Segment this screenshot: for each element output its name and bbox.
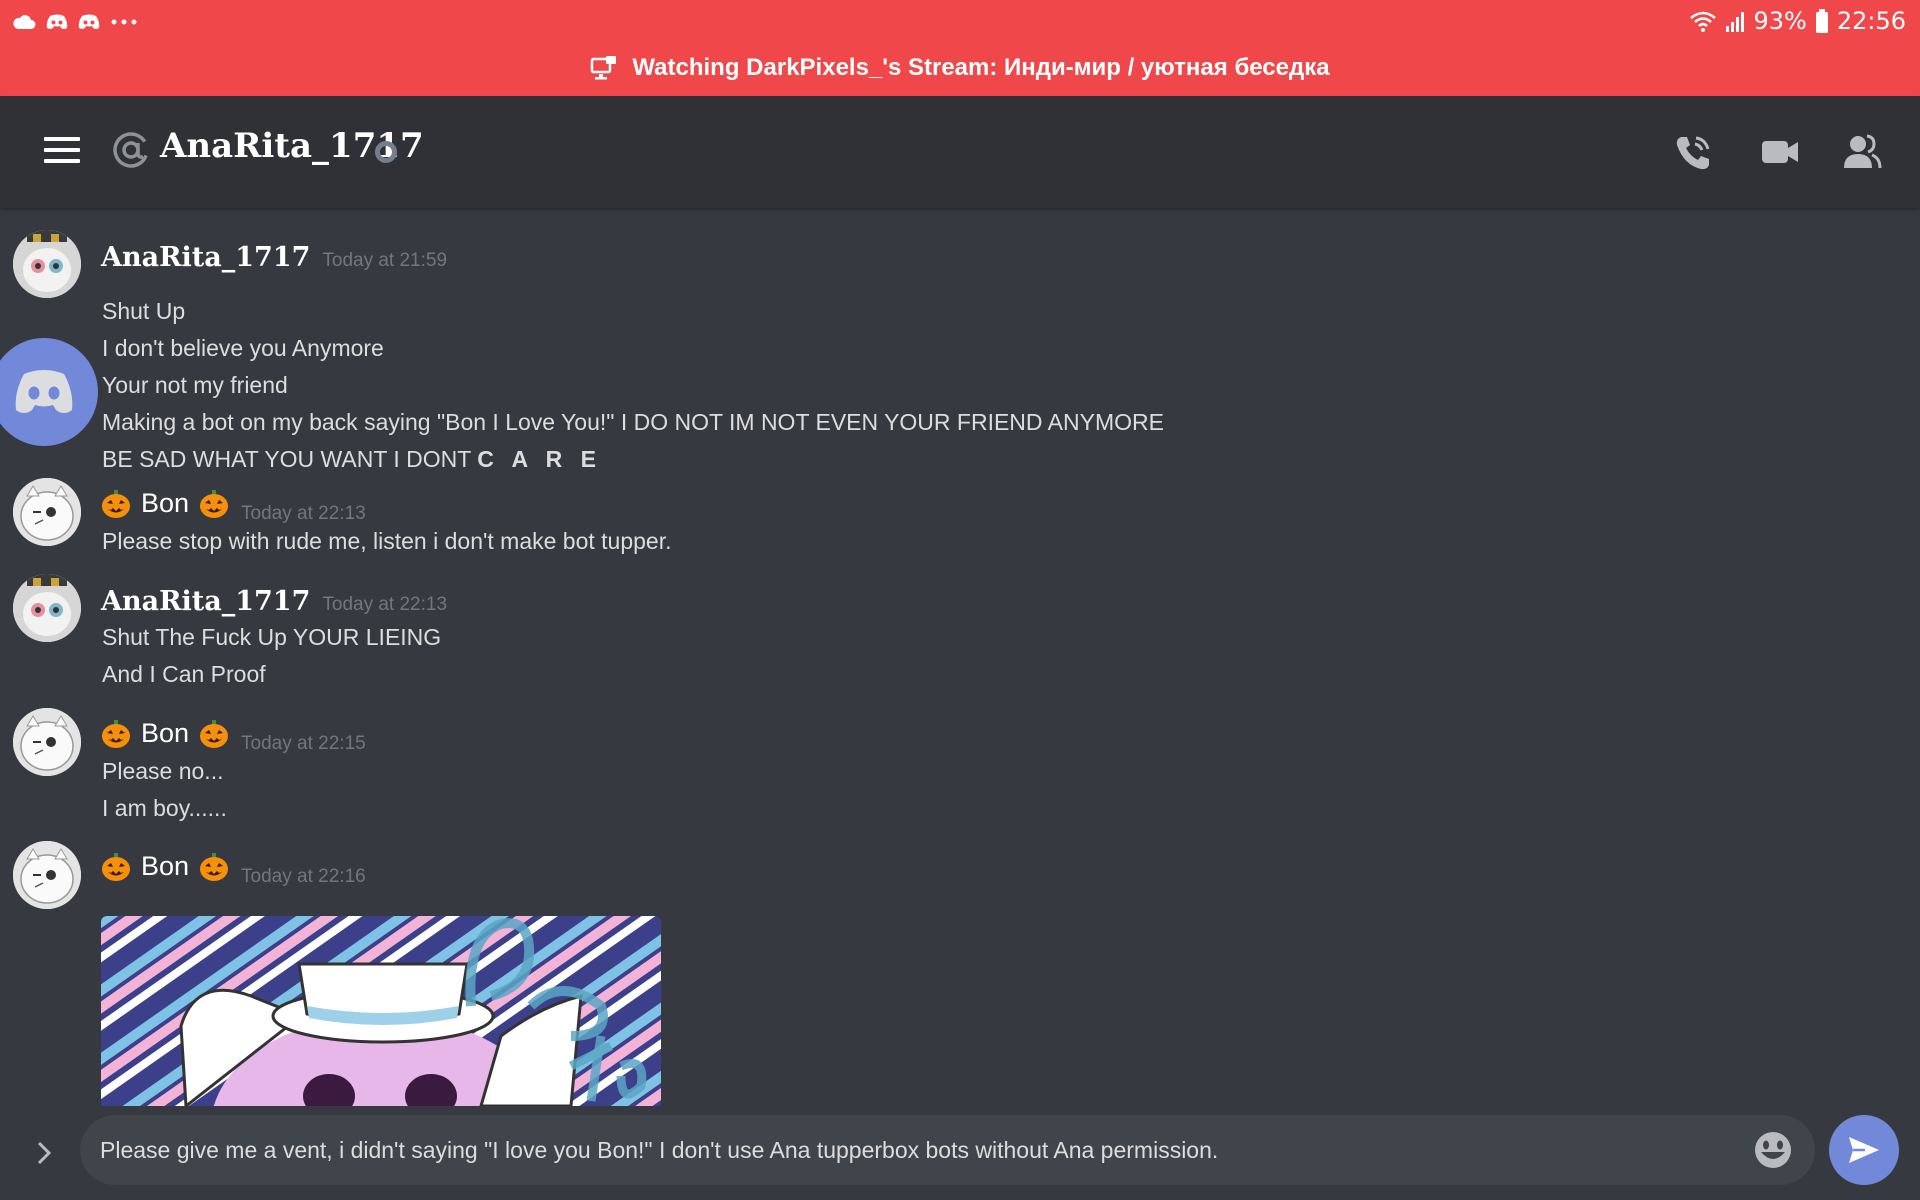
message-header: AnaRita_1717 Today at 21:59 — [101, 242, 447, 273]
jack-o-lantern-icon — [102, 852, 130, 881]
emoji-icon[interactable] — [1753, 1130, 1793, 1170]
jack-o-lantern-icon — [102, 719, 130, 748]
clock: 22:56 — [1836, 7, 1906, 35]
author-name[interactable]: Bon — [101, 851, 229, 882]
jack-o-lantern-icon — [200, 852, 229, 881]
message-line: Your not my friend — [102, 372, 288, 398]
author-label: Bon — [141, 488, 190, 518]
more-icon — [111, 19, 137, 25]
message-header: Bon Today at 22:13 — [101, 488, 366, 525]
bold-text: C A R E — [477, 446, 602, 472]
timestamp: Today at 22:15 — [241, 732, 366, 754]
jack-o-lantern-icon — [200, 719, 229, 748]
message-line: Please stop with rude me, listen i don't… — [102, 528, 672, 554]
chevron-right-icon[interactable] — [34, 1138, 54, 1168]
call-icon[interactable] — [1672, 132, 1714, 174]
at-icon — [113, 132, 149, 168]
video-icon[interactable] — [1760, 132, 1800, 172]
send-button[interactable] — [1829, 1115, 1899, 1185]
message-line: Shut The Fuck Up YOUR LIEING — [102, 624, 442, 650]
message-header: AnaRita_1717 Today at 22:13 — [101, 586, 447, 617]
message-list[interactable]: AnaRita_1717 Today at 21:59 Shut Up I do… — [0, 208, 1920, 1116]
author-name[interactable]: Bon — [101, 718, 229, 749]
timestamp: Today at 22:13 — [322, 594, 448, 615]
author-name[interactable]: Bon — [101, 488, 229, 519]
screen-share-icon — [591, 56, 617, 80]
message-input-text[interactable]: Please give me a vent, i didn't saying "… — [100, 1137, 1218, 1164]
message-header: Bon Today at 22:16 — [101, 851, 366, 888]
send-icon — [1849, 1137, 1879, 1163]
discord-icon — [46, 14, 68, 29]
author-label: Bon — [141, 718, 190, 748]
message-line: Shut Up — [102, 298, 186, 324]
avatar[interactable] — [13, 708, 81, 776]
battery-percent: 93% — [1753, 7, 1807, 35]
timestamp: Today at 22:16 — [241, 865, 366, 887]
author-name[interactable]: AnaRita_1717 — [101, 242, 310, 273]
message-line: I am boy...... — [102, 795, 227, 821]
timestamp: Today at 21:59 — [322, 250, 448, 271]
cloud-icon — [13, 15, 36, 29]
timestamp: Today at 22:13 — [241, 502, 366, 524]
discord-logo-icon — [15, 370, 73, 413]
message-text: BE SAD WHAT YOU WANT I DONT — [102, 446, 471, 472]
wifi-icon — [1690, 11, 1717, 32]
system-status: 93% 22:56 — [1689, 6, 1906, 36]
discord-default-avatar[interactable] — [0, 338, 98, 446]
channel-header: AnaRita_1717 — [0, 96, 1920, 208]
members-icon[interactable] — [1842, 132, 1882, 172]
stream-status-bar[interactable]: 93% 22:56 Watching DarkPixels_'s Stream:… — [0, 0, 1920, 96]
signal-icon — [1726, 12, 1745, 32]
jack-o-lantern-icon — [102, 489, 130, 518]
avatar[interactable] — [13, 478, 81, 546]
notification-icons — [12, 8, 138, 36]
message-line: I don't believe you Anymore — [102, 335, 384, 361]
message-composer: Please give me a vent, i didn't saying "… — [0, 1108, 1920, 1200]
author-name[interactable]: AnaRita_1717 — [101, 586, 310, 617]
image-attachment[interactable] — [101, 916, 661, 1106]
author-label: Bon — [141, 851, 190, 881]
jack-o-lantern-icon — [200, 489, 229, 518]
message-line: Please no... — [102, 758, 224, 784]
stream-banner[interactable]: Watching DarkPixels_'s Stream: Инди-мир … — [0, 48, 1920, 88]
avatar[interactable] — [13, 230, 81, 298]
battery-icon — [1815, 9, 1828, 33]
discord-icon — [78, 14, 100, 29]
avatar[interactable] — [13, 574, 81, 642]
message-line: And I Can Proof — [102, 661, 266, 687]
message-header: Bon Today at 22:15 — [101, 718, 366, 755]
avatar[interactable] — [13, 841, 81, 909]
status-idle-icon — [375, 141, 397, 163]
message-line: BE SAD WHAT YOU WANT I DONT C A R E — [102, 446, 602, 473]
message-line: Making a bot on my back saying "Bon I Lo… — [102, 409, 1164, 435]
stream-banner-text: Watching DarkPixels_'s Stream: Инди-мир … — [632, 54, 1330, 81]
menu-icon[interactable] — [44, 132, 80, 172]
message-input[interactable]: Please give me a vent, i didn't saying "… — [80, 1115, 1815, 1185]
